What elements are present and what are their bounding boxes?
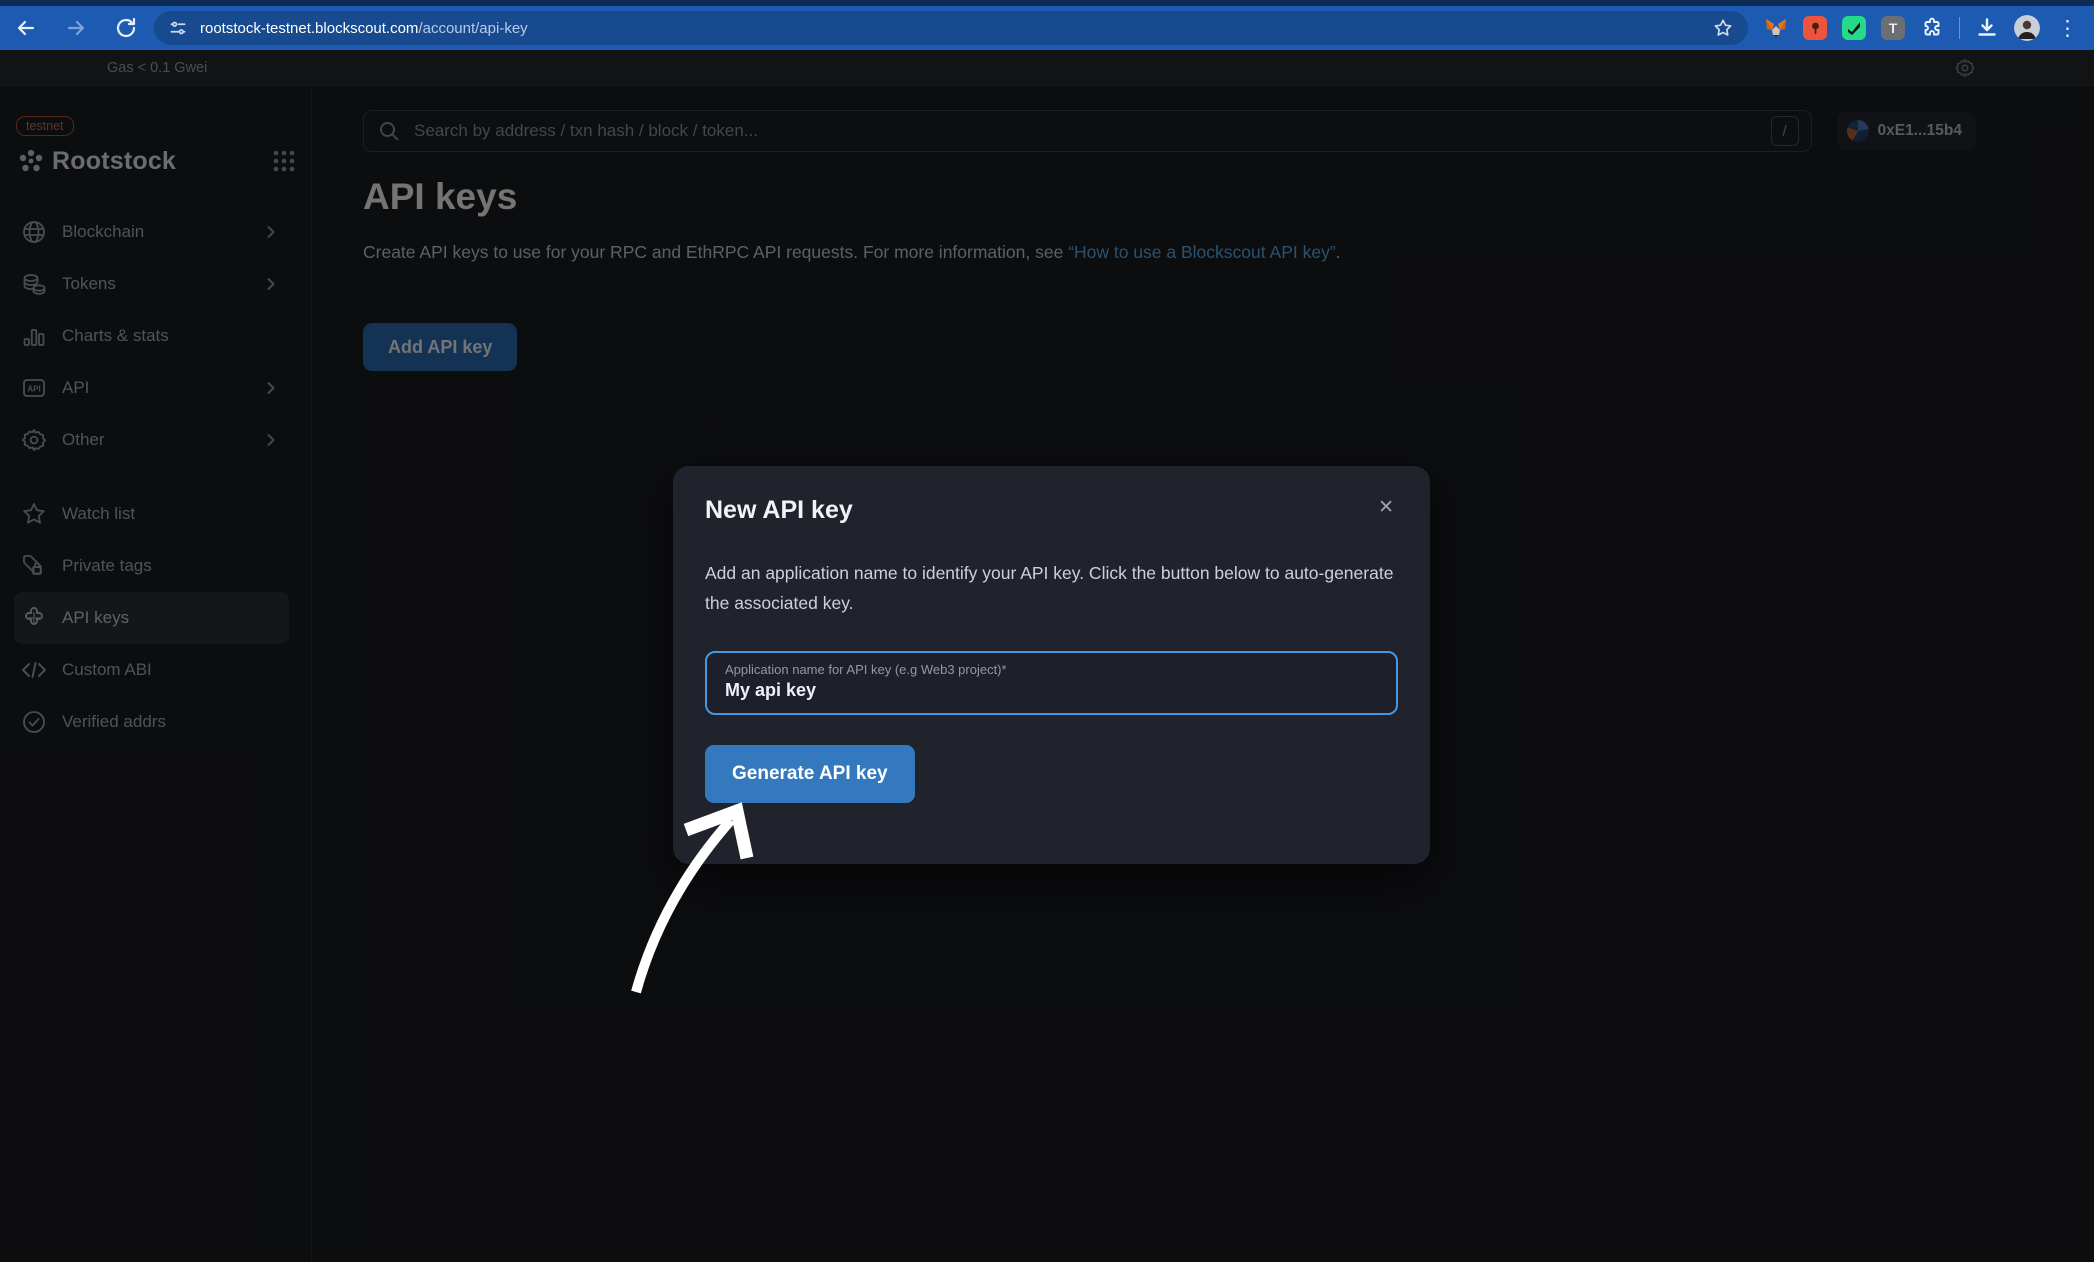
browser-chrome: rootstock-testnet.blockscout.com/account… (0, 0, 2094, 50)
extensions-puzzle-icon[interactable] (1920, 16, 1944, 40)
forward-icon[interactable] (64, 16, 88, 40)
reload-icon[interactable] (114, 16, 138, 40)
toolbar-separator (1959, 17, 1960, 39)
close-icon[interactable]: ✕ (1374, 496, 1398, 519)
check-extension-icon[interactable] (1842, 16, 1866, 40)
new-api-key-modal: New API key ✕ Add an application name to… (673, 466, 1430, 864)
modal-body-text: Add an application name to identify your… (705, 558, 1395, 618)
browser-menu-icon[interactable]: ⋮ (2055, 18, 2080, 39)
generate-api-key-button[interactable]: Generate API key (705, 745, 915, 803)
url-text: rootstock-testnet.blockscout.com/account… (200, 20, 528, 37)
application-name-label: Application name for API key (e.g Web3 p… (725, 662, 1378, 677)
back-icon[interactable] (14, 16, 38, 40)
application-name-field[interactable]: Application name for API key (e.g Web3 p… (705, 651, 1398, 715)
metamask-icon[interactable] (1764, 16, 1788, 40)
pin-extension-icon[interactable] (1803, 16, 1827, 40)
bookmark-star-icon[interactable] (1712, 17, 1734, 39)
t-extension-icon[interactable]: T (1881, 16, 1905, 40)
browser-profile-avatar[interactable] (2014, 15, 2040, 41)
address-bar[interactable]: rootstock-testnet.blockscout.com/account… (154, 11, 1748, 45)
download-icon[interactable] (1975, 16, 1999, 40)
site-info-icon[interactable] (168, 18, 188, 38)
application-name-input[interactable] (725, 680, 1378, 701)
modal-title: New API key (705, 496, 853, 525)
